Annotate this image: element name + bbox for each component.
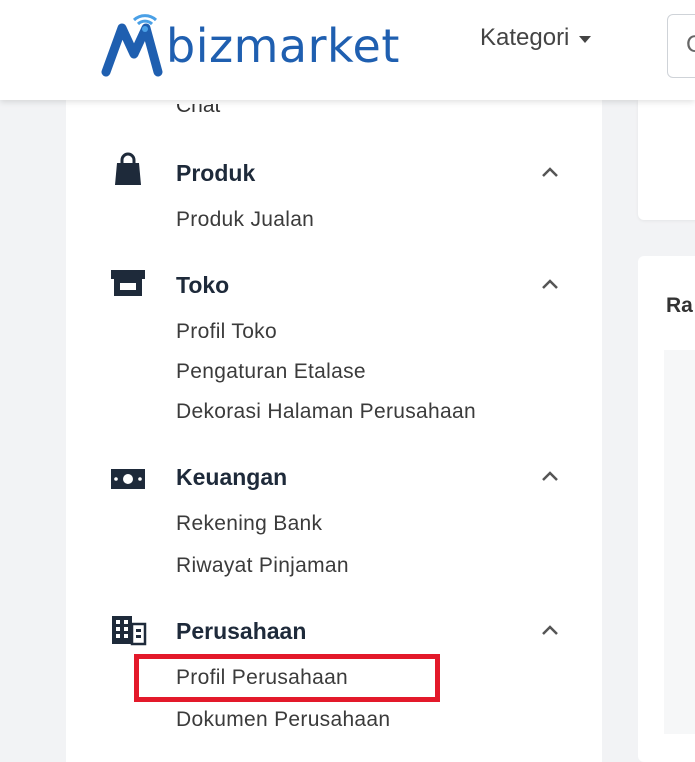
logo-text: bizmarket	[166, 19, 400, 73]
chevron-up-icon[interactable]	[540, 277, 560, 291]
money-icon	[111, 469, 145, 489]
bizmarket-logo[interactable]: bizmarket	[100, 6, 400, 86]
sidebar-item-pengaturan-etalase[interactable]: Pengaturan Etalase	[176, 360, 366, 384]
content-card-body	[664, 350, 695, 734]
sidebar-item-dekorasi-halaman[interactable]: Dekorasi Halaman Perusahaan	[176, 400, 476, 424]
search-input[interactable]: C	[667, 14, 695, 78]
shopping-bag-icon	[115, 152, 141, 185]
sidebar-section-toko[interactable]: Toko	[176, 272, 229, 299]
top-navbar: bizmarket Kategori C	[0, 0, 695, 100]
building-icon	[112, 616, 147, 646]
sidebar-item-profil-toko[interactable]: Profil Toko	[176, 320, 277, 344]
sidebar-item-rekening-bank[interactable]: Rekening Bank	[176, 512, 322, 536]
logo-m-icon	[101, 14, 163, 77]
chevron-up-icon[interactable]	[540, 623, 560, 637]
content-card-label: Ra	[666, 294, 693, 317]
search-hint: C	[686, 31, 695, 58]
sidebar-section-keuangan[interactable]: Keuangan	[176, 464, 287, 491]
sidebar-section-produk[interactable]: Produk	[176, 160, 255, 187]
sidebar-section-perusahaan[interactable]: Perusahaan	[176, 618, 306, 645]
chevron-up-icon[interactable]	[540, 469, 560, 483]
store-icon	[111, 270, 145, 296]
sidebar-item-produk-jualan[interactable]: Produk Jualan	[176, 208, 314, 232]
sidebar-item-riwayat-pinjaman[interactable]: Riwayat Pinjaman	[176, 554, 349, 578]
caret-down-icon	[579, 36, 592, 43]
kategori-dropdown[interactable]: Kategori	[480, 24, 592, 52]
kategori-label: Kategori	[480, 24, 570, 51]
chevron-up-icon[interactable]	[540, 165, 560, 179]
sidebar-item-dokumen-perusahaan[interactable]: Dokumen Perusahaan	[176, 708, 390, 732]
content-card-top	[638, 100, 695, 220]
highlight-box	[134, 654, 440, 702]
